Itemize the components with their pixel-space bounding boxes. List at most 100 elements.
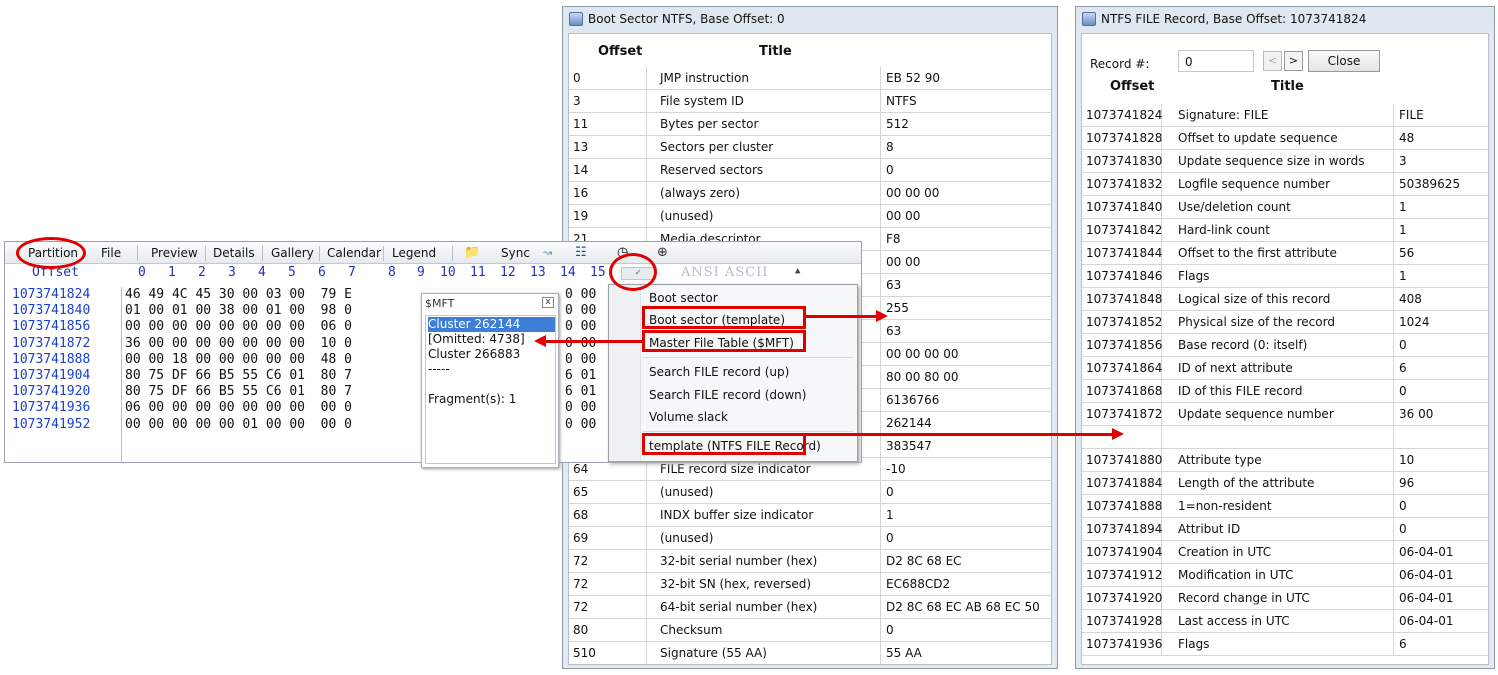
table-row[interactable]: 510 Signature (55 AA) 55 AA	[569, 642, 1051, 664]
table-row[interactable]: 13 Sectors per cluster 8	[569, 136, 1051, 159]
field-value[interactable]: F8	[886, 232, 901, 246]
table-row[interactable]: 1073741842 Hard-link count 1	[1082, 219, 1488, 242]
field-value[interactable]: 48	[1399, 131, 1414, 145]
crosshair-icon[interactable]: ⊕	[657, 245, 668, 261]
hex-data-area[interactable]: 46 49 4C 45 30 00 03 00 79 E 01 00 01 00 …	[121, 287, 421, 462]
field-value[interactable]: 0	[886, 485, 894, 499]
folder-icon[interactable]: 📁	[464, 245, 480, 261]
field-value[interactable]: 00 00	[886, 209, 920, 223]
field-value[interactable]: 80 00 80 00	[886, 370, 959, 384]
field-value[interactable]: 408	[1399, 292, 1422, 306]
table-row[interactable]: 1073741920 Record change in UTC 06-04-01	[1082, 587, 1488, 610]
menu-item-search-up[interactable]: Search FILE record (up)	[649, 365, 789, 379]
field-value[interactable]: 36 00	[1399, 407, 1433, 421]
table-row[interactable]: 1073741894 Attribut ID 0	[1082, 518, 1488, 541]
hex-row-bytes-right[interactable]: 0 00	[565, 352, 596, 368]
field-value[interactable]: 0	[1399, 338, 1407, 352]
hex-row-bytes-right[interactable]: 0 00	[565, 400, 596, 416]
file-record-titlebar[interactable]: NTFS FILE Record, Base Offset: 107374182…	[1076, 7, 1494, 31]
field-value[interactable]: 0	[1399, 522, 1407, 536]
field-value[interactable]: 1	[1399, 269, 1407, 283]
field-value[interactable]: 512	[886, 117, 909, 131]
field-value[interactable]: 06-04-01	[1399, 545, 1453, 559]
list-item[interactable]: Cluster 266883	[428, 347, 520, 362]
field-value[interactable]: 1	[1399, 223, 1407, 237]
field-value[interactable]: D2 8C 68 EC AB 68 EC 50	[886, 600, 1040, 614]
hex-row-bytes[interactable]: 80 75 DF 66 B5 55 C6 01 80 7	[125, 368, 421, 384]
table-row[interactable]: 11 Bytes per sector 512	[569, 113, 1051, 136]
field-value[interactable]: 06-04-01	[1399, 568, 1453, 582]
field-value[interactable]: 06-04-01	[1399, 614, 1453, 628]
field-value[interactable]: 6	[1399, 361, 1407, 375]
table-row[interactable]: 1073741928 Last access in UTC 06-04-01	[1082, 610, 1488, 633]
field-value[interactable]: 06-04-01	[1399, 591, 1453, 605]
tab-preview[interactable]: Preview	[151, 245, 198, 262]
field-value[interactable]: 6	[1399, 637, 1407, 651]
field-value[interactable]: 0	[886, 163, 894, 177]
table-row[interactable]: 19 (unused) 00 00	[569, 205, 1051, 228]
field-value[interactable]: EC688CD2	[886, 577, 950, 591]
scroll-up-icon[interactable]: ▲	[795, 266, 800, 276]
table-row[interactable]: 1073741884 Length of the attribute 96	[1082, 472, 1488, 495]
binoculars-icon[interactable]: ☷	[575, 245, 587, 261]
close-button[interactable]: Close	[1308, 50, 1380, 72]
field-value[interactable]: 00 00 00 00	[886, 347, 959, 361]
field-value[interactable]: 55 AA	[886, 646, 922, 660]
list-item[interactable]: -----	[428, 362, 450, 377]
table-row[interactable]: 1073741828 Offset to update sequence 48	[1082, 127, 1488, 150]
table-row[interactable]: 69 (unused) 0	[569, 527, 1051, 550]
hex-row-bytes[interactable]: 06 00 00 00 00 00 00 00 00 0	[125, 400, 421, 416]
hex-row-bytes-right[interactable]: 0 00	[565, 319, 596, 335]
table-row[interactable]: 1073741936 Flags 6	[1082, 633, 1488, 656]
list-item[interactable]: Cluster 262144	[428, 317, 555, 332]
sync-arrow-icon[interactable]: ↝	[543, 245, 552, 261]
tab-sync[interactable]: Sync	[501, 245, 530, 262]
record-number-input[interactable]: 0	[1178, 50, 1254, 72]
hex-row-bytes-right[interactable]: 6 01	[565, 384, 596, 400]
hex-row-bytes-right[interactable]: 0 00	[565, 287, 596, 303]
hex-row-bytes[interactable]: 00 00 00 00 00 00 00 00 06 0	[125, 319, 421, 335]
table-row[interactable]: 1073741832 Logfile sequence number 5038962…	[1082, 173, 1488, 196]
field-value[interactable]: 1024	[1399, 315, 1430, 329]
table-row[interactable]: 1073741840 Use/deletion count 1	[1082, 196, 1488, 219]
table-row[interactable]: 1073741912 Modification in UTC 06-04-01	[1082, 564, 1488, 587]
hex-row-bytes-right[interactable]: 6 01	[565, 368, 596, 384]
tab-gallery[interactable]: Gallery	[271, 245, 314, 262]
table-row[interactable]	[1082, 426, 1488, 449]
field-value[interactable]: 1	[886, 508, 894, 522]
hex-row-bytes-right[interactable]: 0 00	[565, 336, 596, 352]
table-row[interactable]: 68 INDX buffer size indicator 1	[569, 504, 1051, 527]
table-row[interactable]: 65 (unused) 0	[569, 481, 1051, 504]
field-value[interactable]: 1	[1399, 200, 1407, 214]
hex-row-bytes-right[interactable]: 0 00	[565, 417, 596, 433]
hex-row-bytes[interactable]: 36 00 00 00 00 00 00 00 10 0	[125, 336, 421, 352]
table-row[interactable]: 1073741888 1=non-resident 0	[1082, 495, 1488, 518]
field-value[interactable]: EB 52 90	[886, 71, 940, 85]
table-row[interactable]: 14 Reserved sectors 0	[569, 159, 1051, 182]
field-value[interactable]: 3	[1399, 154, 1407, 168]
table-row[interactable]: 1073741844 Offset to the first attribute 5…	[1082, 242, 1488, 265]
field-value[interactable]: 255	[886, 301, 909, 315]
field-value[interactable]: FILE	[1399, 108, 1424, 122]
table-row[interactable]: 16 (always zero) 00 00 00	[569, 182, 1051, 205]
table-row[interactable]: 1073741864 ID of next attribute 6	[1082, 357, 1488, 380]
hex-data-area-right[interactable]: 0 00 0 00 0 00 0 00 0 00 6 01 6 01 0 00 0 00	[565, 287, 596, 433]
prev-record-button[interactable]: <	[1263, 51, 1282, 71]
tab-details[interactable]: Details	[213, 245, 255, 262]
next-record-button[interactable]: >	[1284, 51, 1303, 71]
field-value[interactable]: D2 8C 68 EC	[886, 554, 962, 568]
table-row[interactable]: 80 Checksum 0	[569, 619, 1051, 642]
hex-row-bytes[interactable]: 80 75 DF 66 B5 55 C6 01 80 7	[125, 384, 421, 400]
hex-row-bytes-right[interactable]: 0 00	[565, 303, 596, 319]
table-row[interactable]: 1073741904 Creation in UTC 06-04-01	[1082, 541, 1488, 564]
table-row[interactable]: 3 File system ID NTFS	[569, 90, 1051, 113]
hex-row-bytes[interactable]: 00 00 00 00 00 01 00 00 00 0	[125, 417, 421, 433]
field-value[interactable]: 00 00 00	[886, 186, 939, 200]
field-value[interactable]: 0	[886, 531, 894, 545]
field-value[interactable]: NTFS	[886, 94, 917, 108]
field-value[interactable]: 63	[886, 278, 901, 292]
hex-row-bytes[interactable]: 46 49 4C 45 30 00 03 00 79 E	[125, 287, 421, 303]
table-row[interactable]: 1073741852 Physical size of the record 102…	[1082, 311, 1488, 334]
field-value[interactable]: 96	[1399, 476, 1414, 490]
field-value[interactable]: 6136766	[886, 393, 939, 407]
